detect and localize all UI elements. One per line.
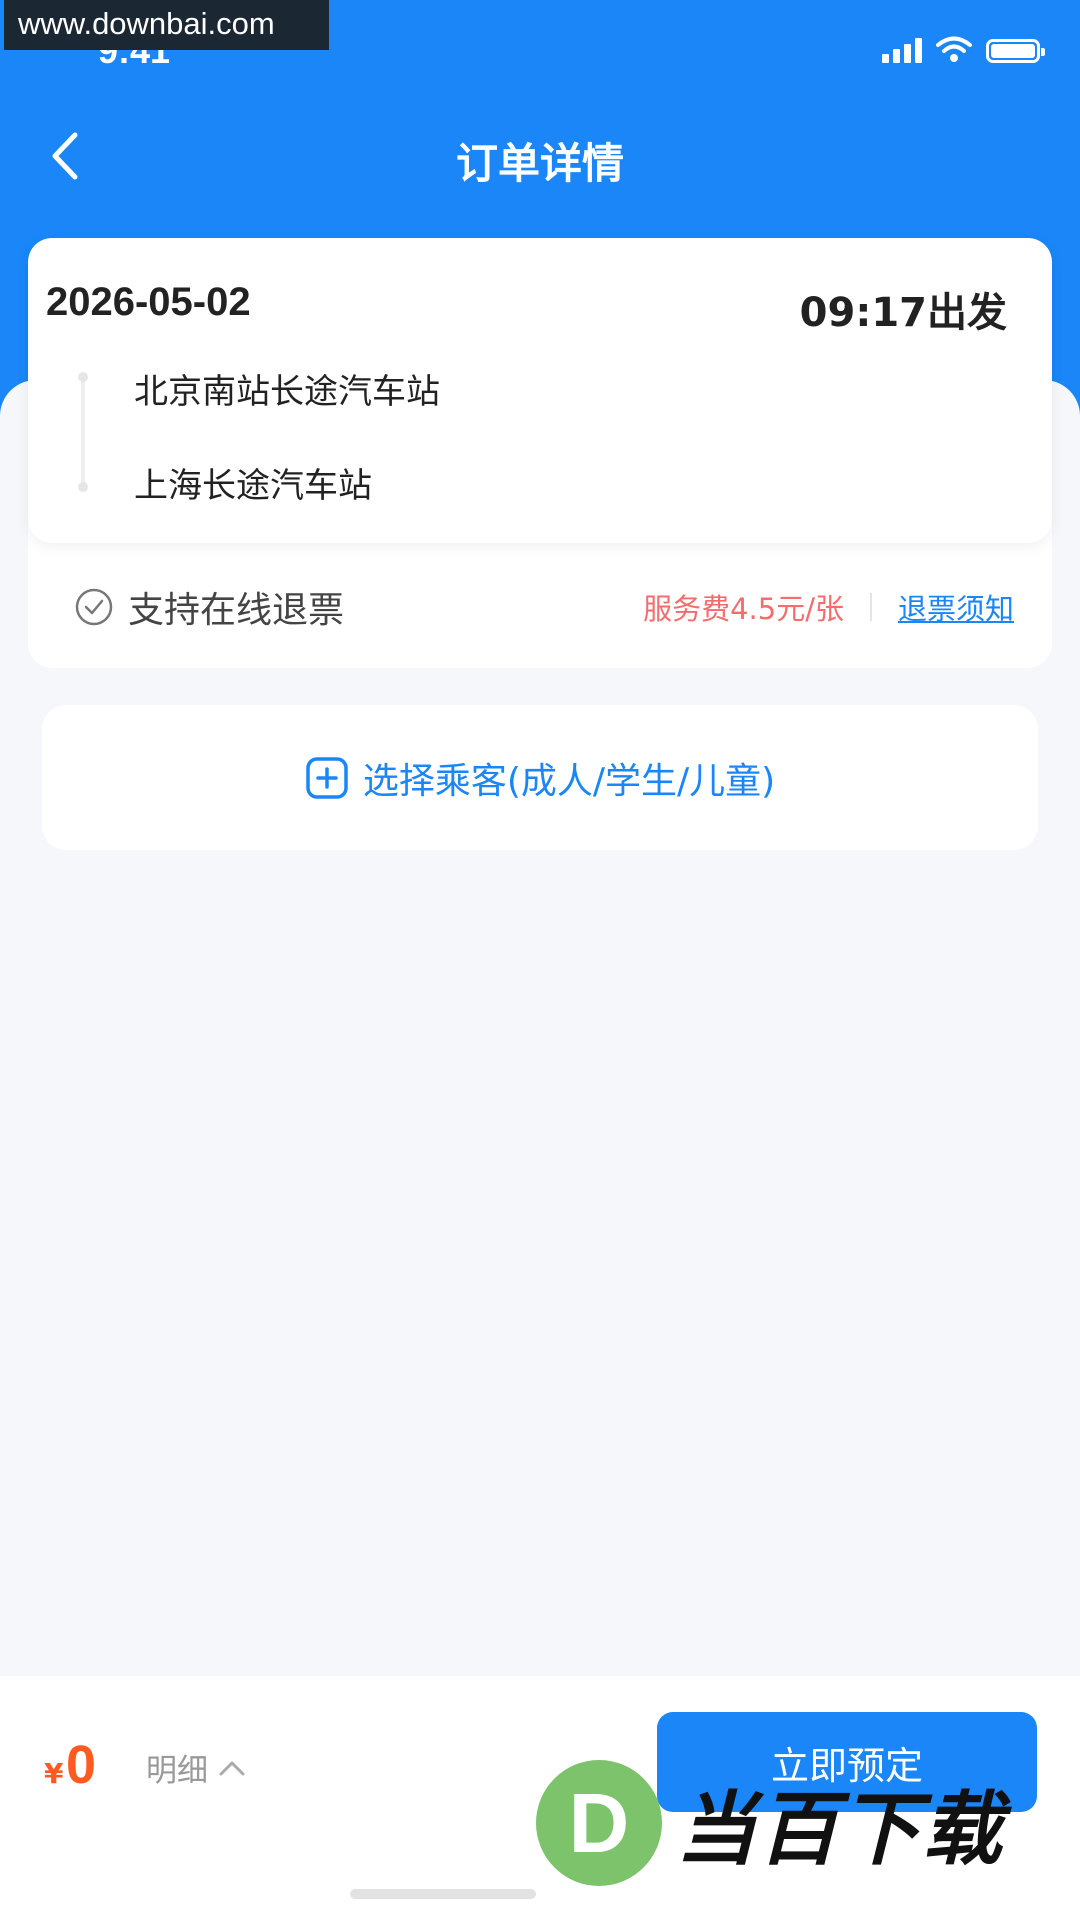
select-passenger-label: 选择乘客(成人/学生/儿童) xyxy=(362,760,776,802)
currency-symbol: ¥ xyxy=(44,1757,64,1790)
site-logo: D 当百下载 xyxy=(536,1760,1004,1886)
price-detail-toggle[interactable]: 明细 xyxy=(146,1745,246,1790)
from-station: 北京南站长途汽车站 xyxy=(134,372,440,412)
refund-notice-link[interactable]: 退票须知 xyxy=(898,586,1014,628)
route-end-dot xyxy=(78,482,88,492)
departure-time: 09:17出发 xyxy=(799,290,1007,336)
select-passenger-button[interactable]: 选择乘客(成人/学生/儿童) xyxy=(42,705,1038,850)
total-price: 0 xyxy=(66,1735,97,1795)
refund-row: 支持在线退票 服务费4.5元/张 退票须知 xyxy=(74,582,1014,632)
detail-label: 明细 xyxy=(146,1753,208,1789)
watermark: www.downbai.com xyxy=(4,0,329,50)
trip-date: 2026-05-02 xyxy=(46,280,251,324)
plus-square-icon xyxy=(306,756,348,799)
service-fee: 服务费4.5元/张 xyxy=(643,592,844,626)
chevron-up-icon xyxy=(219,1761,245,1775)
status-icons xyxy=(882,36,1045,63)
route-line xyxy=(81,376,85,486)
home-indicator xyxy=(350,1889,536,1899)
divider xyxy=(869,593,872,621)
refund-label: 支持在线退票 xyxy=(128,590,345,631)
to-station: 上海长途汽车站 xyxy=(134,466,372,506)
logo-mark: D xyxy=(536,1760,662,1886)
page-title: 订单详情 xyxy=(455,139,624,188)
signal-icon xyxy=(882,37,922,63)
route-start-dot xyxy=(78,372,88,382)
wifi-icon xyxy=(936,36,972,62)
logo-text: 当百下载 xyxy=(676,1783,1004,1876)
check-circle-icon xyxy=(75,588,113,626)
battery-icon xyxy=(986,39,1045,63)
